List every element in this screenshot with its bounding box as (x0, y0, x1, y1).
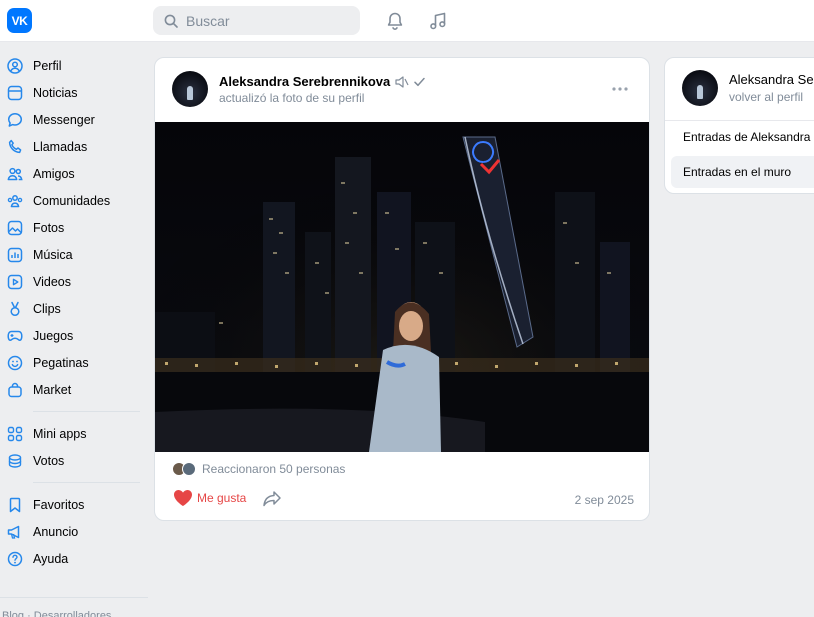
profile-wall-panel: Aleksandra Serebrennikova volver al perf… (664, 57, 814, 194)
sidebar-item-llamadas[interactable]: Llamadas (0, 133, 150, 160)
sidebar-item-noticias[interactable]: Noticias (0, 79, 150, 106)
reactions-count: Reaccionaron 50 personas (202, 462, 346, 476)
sidebar-item-label: Noticias (33, 85, 78, 100)
vk-logo[interactable]: VK (7, 8, 32, 33)
photo-icon (7, 220, 23, 236)
left-sidebar: Perfil Noticias Messenger Llamadas Amigo… (0, 52, 150, 572)
sticker-icon (7, 355, 23, 371)
sidebar-item-label: Comunidades (33, 193, 111, 208)
sidebar-item-fotos[interactable]: Fotos (0, 214, 150, 241)
sidebar-item-messenger[interactable]: Messenger (0, 106, 150, 133)
avatar[interactable] (172, 71, 208, 107)
communities-icon (7, 193, 23, 209)
coins-icon (7, 453, 23, 469)
post-footer: Reaccionaron 50 personas Me gusta 2 sep … (155, 452, 649, 520)
post-action-text: actualizó la foto de su perfil (219, 91, 365, 105)
phone-icon (7, 139, 23, 155)
sidebar-divider (33, 411, 140, 412)
chat-icon (7, 112, 23, 128)
search-box[interactable] (153, 6, 360, 35)
sidebar-item-pegatinas[interactable]: Pegatinas (0, 349, 150, 376)
sidebar-item-mini-apps[interactable]: Mini apps (0, 420, 150, 447)
sidebar-footer[interactable]: Blog · Desarrolladores (0, 597, 148, 617)
sidebar-item-comunidades[interactable]: Comunidades (0, 187, 150, 214)
video-icon (7, 274, 23, 290)
sidebar-item-videos[interactable]: Videos (0, 268, 150, 295)
sidebar-item-label: Fotos (33, 220, 65, 235)
sidebar-item-ayuda[interactable]: Ayuda (0, 545, 150, 572)
friends-icon (7, 166, 23, 182)
sidebar-item-label: Perfil (33, 58, 62, 73)
unfollow-icon (395, 75, 409, 88)
sidebar-item-label: Market (33, 382, 72, 397)
post-author[interactable]: Aleksandra Serebrennikova (219, 74, 425, 89)
like-label: Me gusta (197, 491, 247, 505)
avatar[interactable] (682, 70, 718, 106)
bag-icon (7, 382, 23, 398)
back-to-profile-link[interactable]: volver al perfil (729, 90, 803, 104)
sidebar-item-label: Llamadas (33, 139, 88, 154)
gamepad-icon (7, 328, 23, 344)
sidebar-item-label: Juegos (33, 328, 74, 343)
sidebar-item-amigos[interactable]: Amigos (0, 160, 150, 187)
megaphone-icon (7, 524, 23, 540)
sidebar-item-label: Messenger (33, 112, 95, 127)
sidebar-item-anuncio[interactable]: Anuncio (0, 518, 150, 545)
bookmark-icon (7, 497, 23, 513)
author-name[interactable]: Aleksandra Serebrennikova (219, 74, 390, 89)
sidebar-item-market[interactable]: Market (0, 376, 150, 403)
more-options-icon[interactable] (611, 80, 629, 98)
post-photo[interactable] (155, 122, 649, 452)
sidebar-item-label: Videos (33, 274, 71, 289)
search-icon (164, 14, 178, 28)
sidebar-item-label: Amigos (33, 166, 75, 181)
sidebar-item-label: Pegatinas (33, 355, 89, 370)
post-card: Aleksandra Serebrennikova actualizó la f… (154, 57, 650, 521)
post-header: Aleksandra Serebrennikova actualizó la f… (155, 58, 649, 122)
reactions-summary[interactable]: Reaccionaron 50 personas (172, 462, 345, 476)
sidebar-item-label: Mini apps (33, 426, 87, 441)
sidebar-item-musica[interactable]: Música (0, 241, 150, 268)
like-button[interactable]: Me gusta (173, 489, 246, 507)
search-input[interactable] (186, 12, 356, 29)
filter-user-posts[interactable]: Entradas de Aleksandra (671, 121, 814, 153)
sidebar-item-label: Anuncio (33, 524, 79, 539)
profile-name[interactable]: Aleksandra Serebrennikova (729, 72, 814, 87)
sidebar-item-label: Votos (33, 453, 65, 468)
apps-icon (7, 426, 23, 442)
sidebar-item-label: Música (33, 247, 73, 262)
post-date[interactable]: 2 sep 2025 (575, 493, 634, 507)
share-icon[interactable] (261, 489, 283, 509)
sidebar-item-label: Favoritos (33, 497, 85, 512)
sidebar-item-perfil[interactable]: Perfil (0, 52, 150, 79)
user-icon (7, 57, 23, 74)
help-icon (7, 551, 23, 567)
sidebar-item-votos[interactable]: Votos (0, 447, 150, 474)
news-icon (7, 85, 23, 101)
top-bar: VK (0, 0, 814, 42)
heart-icon (174, 490, 192, 506)
sidebar-item-label: Ayuda (33, 551, 69, 566)
filter-wall-posts[interactable]: Entradas en el muro (671, 156, 814, 188)
sidebar-item-favoritos[interactable]: Favoritos (0, 491, 150, 518)
bell-icon[interactable] (384, 10, 406, 32)
sidebar-item-clips[interactable]: Clips (0, 295, 150, 322)
music-icon (7, 247, 23, 263)
reactor-avatar (182, 462, 196, 476)
clips-icon (7, 301, 23, 317)
sidebar-item-label: Clips (33, 301, 61, 316)
verified-check-icon (414, 77, 425, 86)
sidebar-item-juegos[interactable]: Juegos (0, 322, 150, 349)
music-note-icon[interactable] (427, 10, 449, 32)
sidebar-divider (33, 482, 140, 483)
